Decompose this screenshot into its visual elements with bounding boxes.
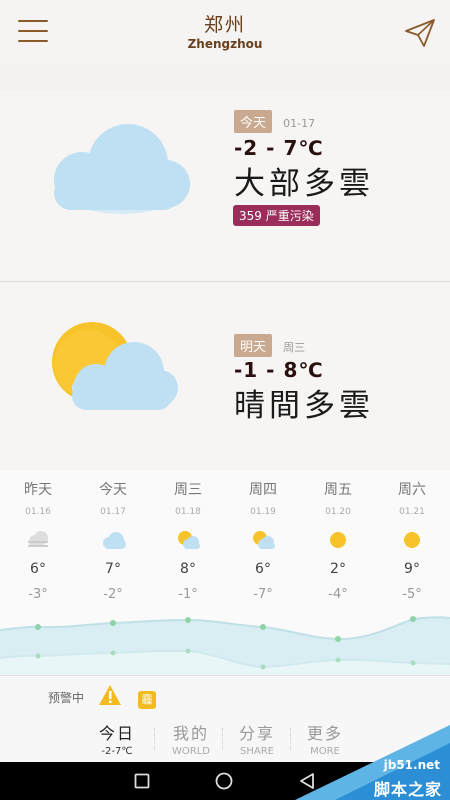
cloud-icon [103,532,126,549]
today-tag-row: 今天 01-17 [234,110,315,133]
partly-cloudy-icon [178,531,200,549]
haze-warning-badge[interactable]: 霾 [138,691,156,709]
watermark-name: 脚本之家 [373,780,442,799]
sun-icon [404,532,420,548]
aqi-badge[interactable]: 359 严重污染 [233,205,320,226]
forecast-day: 今天 01.17 7° -2° [78,470,148,602]
tomorrow-condition: 晴間多雲 [234,388,374,424]
forecast-day: 周三 01.18 8° -1° [153,470,223,602]
nav-share-label: 分享 [238,724,275,743]
partly-cloudy-icon [253,531,275,549]
today-condition: 大部多雲 [234,166,374,202]
watermark-site: jb51.net [383,758,440,772]
tomorrow-tag: 明天 [234,334,273,357]
city-name-english: Zhengzhou [187,37,263,51]
forecast-day-name: 昨天 [24,482,52,498]
paper-plane-icon [405,19,435,47]
forecast-day-date: 01.16 [25,507,51,517]
forecast-day-date: 01.20 [325,507,351,517]
forecast-day-name: 周六 [398,482,426,498]
partly-cloudy-icon [52,322,178,410]
nav-share[interactable]: 分享 SHARE [225,720,289,757]
forecast-day: 周四 01.19 6° -7° [228,470,298,602]
nav-today-label: 今日 [98,724,135,743]
haze-cloud-icon [28,531,48,547]
forecast-day-date: 01.18 [175,507,201,517]
nav-world-label: 我的 [172,724,209,743]
nav-world-sub: WORLD [172,746,210,757]
forecast-high: 6° [255,561,271,577]
nav-today[interactable]: 今日 -2-7℃ [85,720,149,757]
forecast-day-date: 01.21 [399,507,425,517]
forecast-day-date: 01.19 [250,507,276,517]
forecast-day-name: 周三 [174,482,202,498]
forecast-high: 9° [404,561,420,577]
forecast-day: 周六 01.21 9° -5° [377,470,447,602]
forecast-high: 6° [30,561,46,577]
forecast-day-date: 01.17 [100,507,126,517]
city-name[interactable]: 郑州 [0,10,450,37]
aqi-row: 359 严重污染 [233,205,320,226]
cloud-icon [54,124,190,214]
forecast-day: 周五 01.20 2° -4° [303,470,373,602]
tomorrow-weekday: 周三 [283,341,306,354]
nav-share-sub: SHARE [240,746,274,757]
share-button[interactable] [404,18,436,48]
sun-icon [330,532,346,548]
today-temperature: -2 - 7℃ [234,136,324,160]
today-date: 01-17 [283,117,316,130]
forecast-day: 昨天 01.16 6° -3° [3,470,73,602]
recents-icon[interactable] [134,773,150,789]
forecast-high: 8° [180,561,196,577]
tomorrow-temperature: -1 - 8℃ [234,358,324,382]
today-tag: 今天 [234,110,273,133]
warning-icon[interactable] [98,684,122,706]
temperature-trend-graph [0,616,450,675]
forecast-day-name: 今天 [99,482,127,498]
nav-divider [290,728,292,750]
tomorrow-tag-row: 明天 周三 [234,334,305,357]
forecast-high: 7° [105,561,121,577]
forecast-high: 2° [330,561,346,577]
nav-divider [222,728,224,750]
forecast-day-name: 周四 [249,482,277,498]
forecast-day-name: 周五 [324,482,352,498]
nav-today-sub: -2-7℃ [101,746,133,757]
home-icon[interactable] [215,772,233,790]
nav-divider [154,728,156,750]
nav-world[interactable]: 我的 WORLD [159,720,223,757]
alert-label: 预警中 [48,691,85,705]
